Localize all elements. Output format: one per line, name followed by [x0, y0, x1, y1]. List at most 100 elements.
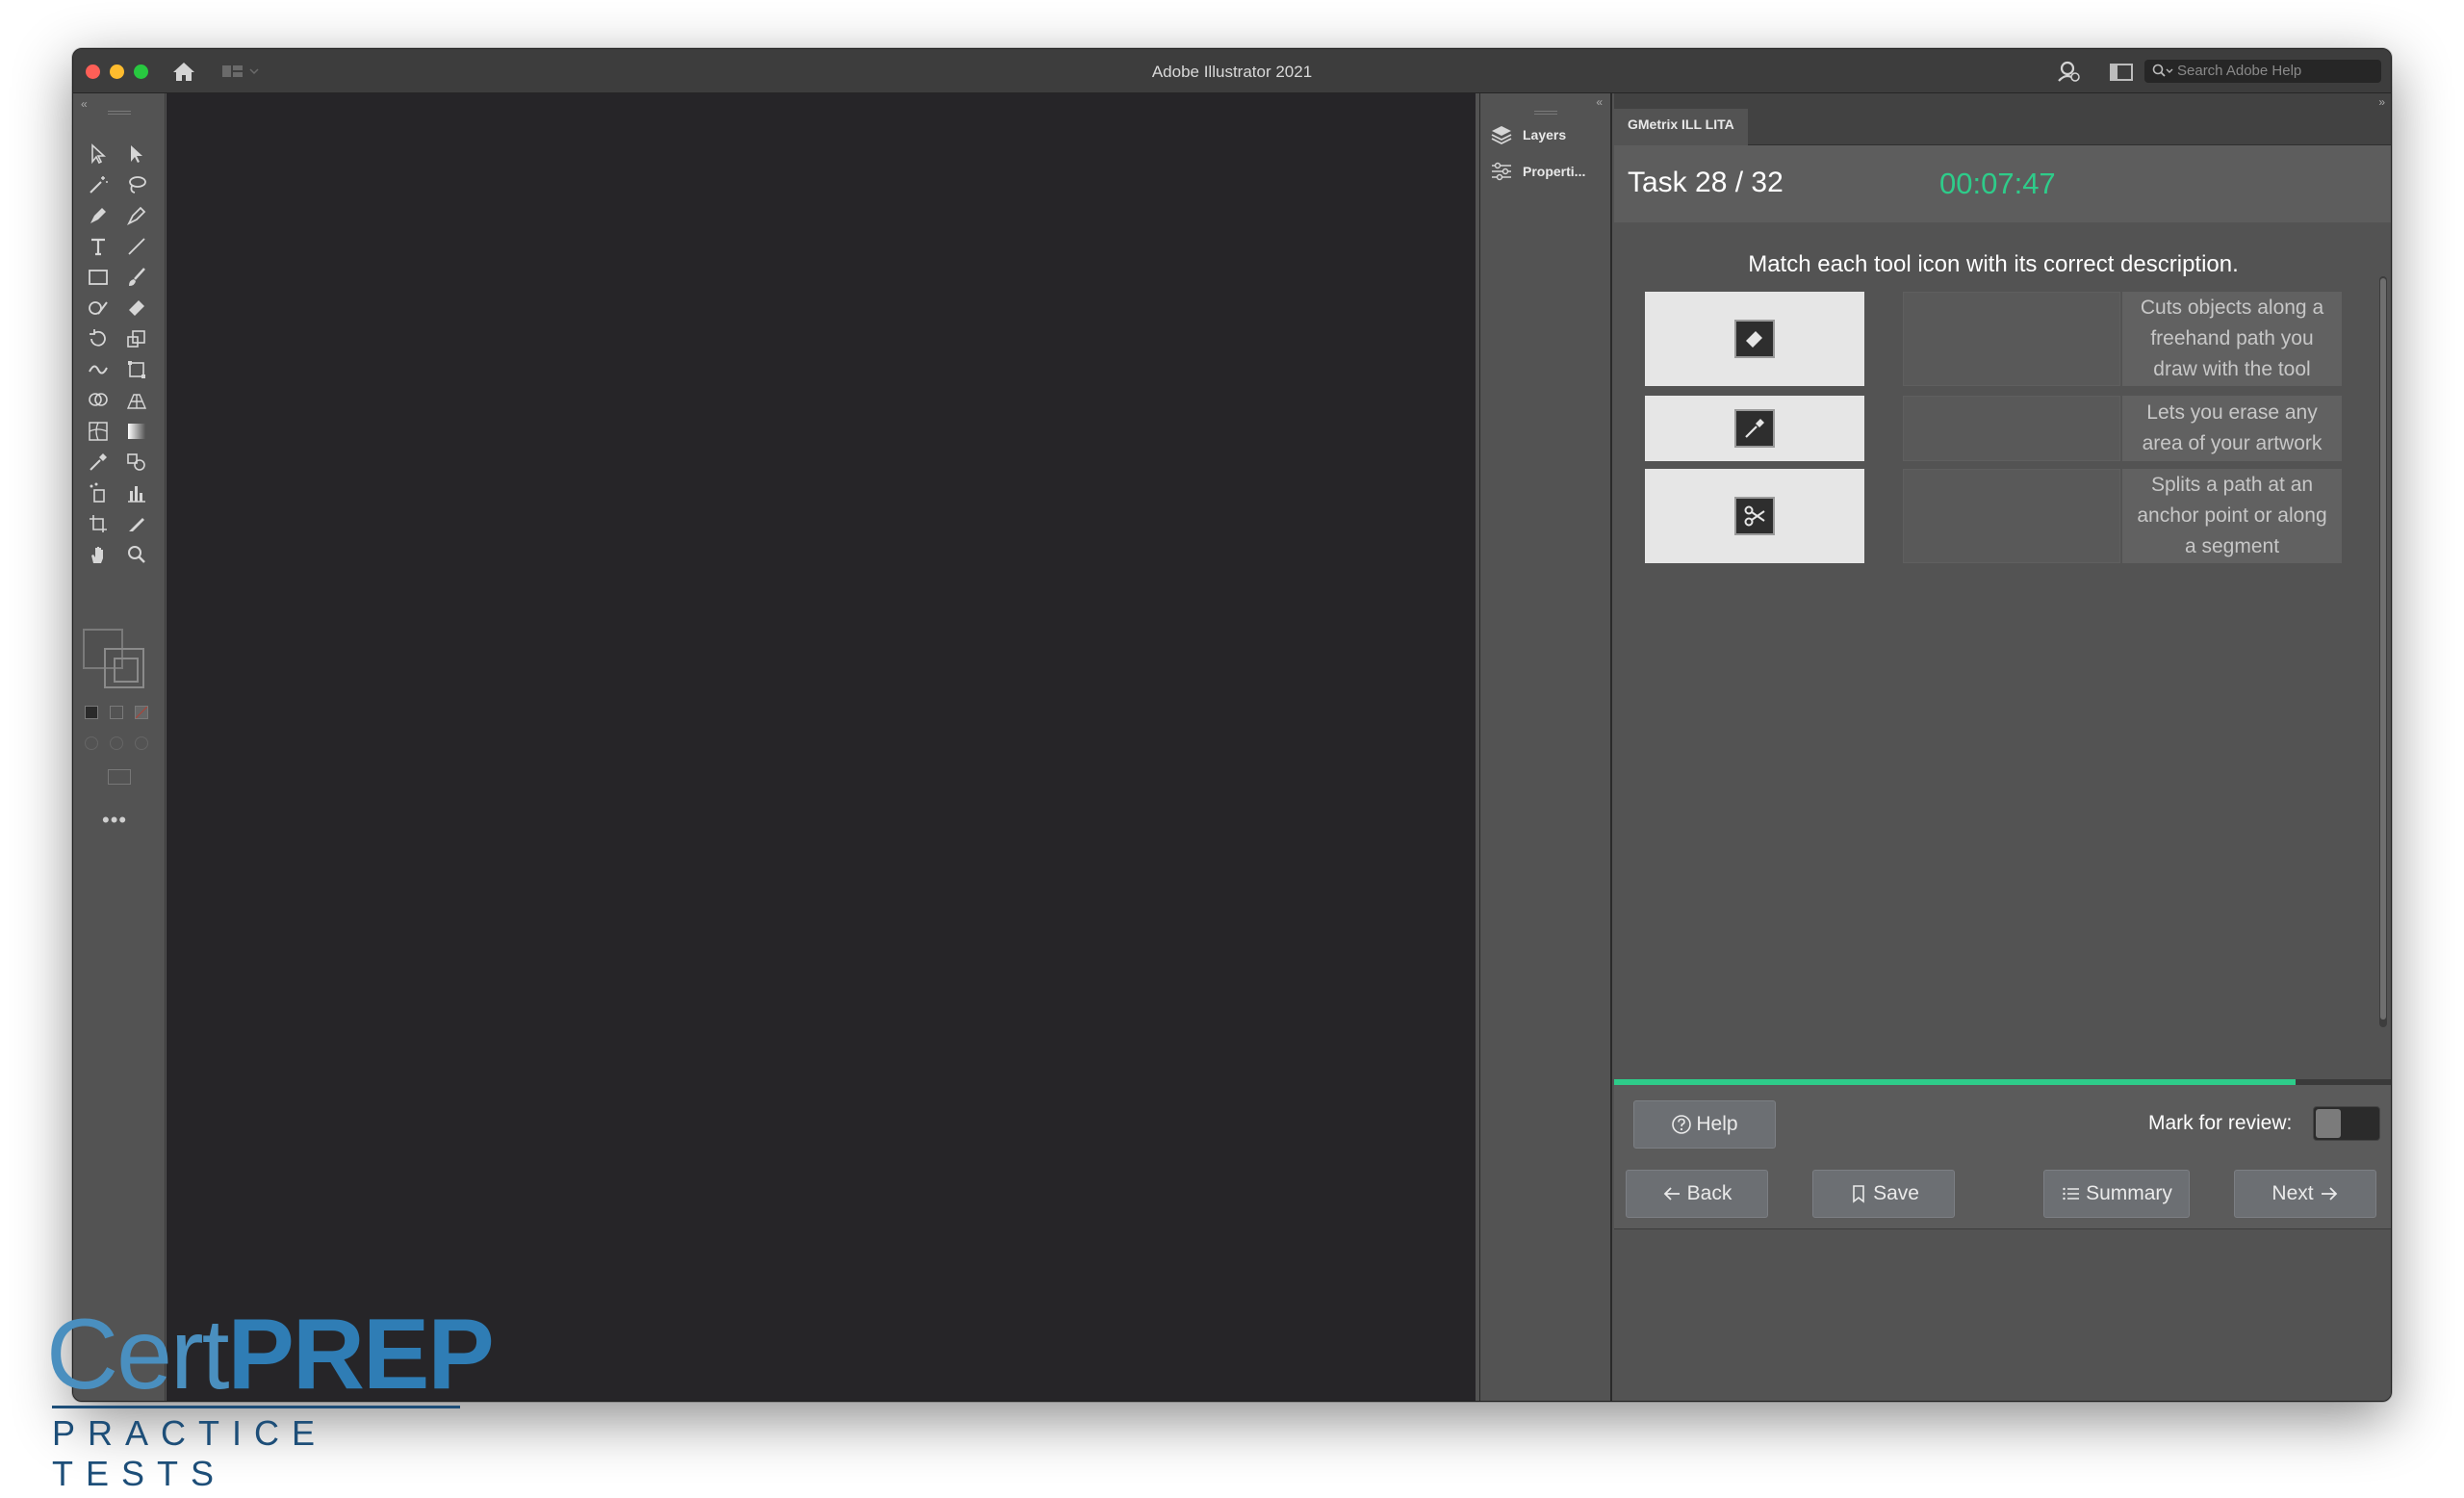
- pen-icon: [90, 208, 106, 223]
- selection-tool[interactable]: [83, 140, 114, 168]
- draw-behind-button[interactable]: [110, 736, 123, 750]
- scissors-tool-icon: [1744, 505, 1765, 527]
- zoom-tool[interactable]: [121, 540, 152, 569]
- help-button[interactable]: Help: [1633, 1100, 1776, 1149]
- hand-tool[interactable]: [83, 540, 114, 569]
- direct-selection-tool[interactable]: [121, 140, 152, 168]
- save-button[interactable]: Save: [1812, 1170, 1955, 1218]
- artboard-icon: [90, 515, 107, 532]
- panel-footer: Help Mark for review: Back Save Summary …: [1614, 1085, 2391, 1229]
- eyedropper-tool-icon: [1745, 419, 1764, 438]
- gradient-mode-button[interactable]: [110, 706, 123, 719]
- dock-grip[interactable]: [1534, 111, 1557, 115]
- eraser-tool[interactable]: [121, 294, 152, 323]
- drop-target[interactable]: [1903, 396, 2120, 461]
- type-tool[interactable]: [83, 232, 114, 261]
- magic-wand-tool[interactable]: [83, 170, 114, 199]
- logo-cert-text: Cert: [46, 1299, 229, 1410]
- color-mode-button[interactable]: [85, 706, 98, 719]
- rotate-icon: [90, 329, 106, 347]
- search-help-input[interactable]: Search Adobe Help: [2144, 60, 2381, 83]
- tab-gmetrix[interactable]: GMetrix ILL LITA: [1614, 109, 1748, 145]
- column-graph-icon: [128, 486, 145, 503]
- properties-icon: [1492, 162, 1511, 181]
- description-cell: Splits a path at an anchor point or alon…: [2122, 469, 2342, 563]
- eraser-tool-icon: [1746, 331, 1762, 348]
- curvature-tool[interactable]: [121, 201, 152, 230]
- collapsed-panels-dock: « Layers Properti...: [1479, 93, 1612, 1401]
- dock-item-layers[interactable]: Layers: [1490, 118, 1605, 151]
- none-mode-button[interactable]: [135, 706, 148, 719]
- logo-divider: [52, 1406, 460, 1408]
- edit-toolbar-icon[interactable]: •••: [102, 808, 127, 833]
- illustrator-window: Adobe Illustrator 2021 Search Adobe Help…: [72, 48, 2392, 1402]
- dock-item-properties[interactable]: Properti...: [1490, 155, 1605, 188]
- shape-builder-tool[interactable]: [83, 386, 114, 415]
- drop-target[interactable]: [1903, 292, 2120, 386]
- perspective-grid-tool[interactable]: [121, 386, 152, 415]
- scrollbar-thumb[interactable]: [2380, 278, 2386, 1020]
- expand-panels-button[interactable]: «: [1596, 95, 1603, 109]
- next-label: Next: [2272, 1182, 2314, 1204]
- pen-tool[interactable]: [83, 201, 114, 230]
- mesh-tool[interactable]: [83, 417, 114, 446]
- column-graph-tool[interactable]: [121, 478, 152, 507]
- magic-wand-icon: [90, 176, 108, 194]
- shaper-tool[interactable]: [83, 294, 114, 323]
- stroke-swatch[interactable]: [104, 648, 144, 688]
- perspective-grid-icon: [126, 394, 147, 409]
- scale-tool[interactable]: [121, 324, 152, 353]
- direct-selection-arrow-icon: [131, 145, 142, 163]
- draggable-tool-card[interactable]: [1645, 292, 1864, 386]
- paintbrush-tool[interactable]: [121, 263, 152, 292]
- document-canvas[interactable]: [167, 93, 1476, 1401]
- mark-review-toggle[interactable]: [2313, 1106, 2380, 1141]
- eyedropper-tool[interactable]: [83, 448, 114, 477]
- back-button[interactable]: Back: [1626, 1170, 1768, 1218]
- toolbar-grip[interactable]: [108, 111, 131, 115]
- list-icon: [2063, 1187, 2080, 1201]
- rotate-tool[interactable]: [83, 324, 114, 353]
- lasso-tool[interactable]: [121, 170, 152, 199]
- dock-item-label: Layers: [1523, 127, 1567, 142]
- draggable-tool-card[interactable]: [1645, 396, 1864, 461]
- layers-icon: [1491, 126, 1512, 145]
- gradient-tool[interactable]: [121, 417, 152, 446]
- next-button[interactable]: Next: [2234, 1170, 2376, 1218]
- arrange-documents-icon[interactable]: [2109, 62, 2134, 83]
- help-label: Help: [1696, 1113, 1738, 1135]
- free-transform-icon: [128, 361, 145, 378]
- drop-target[interactable]: [1903, 469, 2120, 563]
- account-icon[interactable]: [2056, 60, 2081, 83]
- blend-tool[interactable]: [121, 448, 152, 477]
- line-segment-tool[interactable]: [121, 232, 152, 261]
- zoom-icon: [128, 546, 145, 563]
- collapse-toolbar-button[interactable]: «: [81, 97, 88, 111]
- logo-tagline: PRACTICE TESTS: [52, 1413, 328, 1493]
- title-bar: Adobe Illustrator 2021 Search Adobe Help: [73, 49, 2391, 93]
- eyedropper-icon: [90, 453, 107, 471]
- question-area: Match each tool icon with its correct de…: [1614, 222, 2373, 1079]
- save-label: Save: [1873, 1182, 1919, 1204]
- tools-panel: « •••: [73, 93, 166, 1401]
- summary-button[interactable]: Summary: [2043, 1170, 2190, 1218]
- gradient-icon: [128, 424, 145, 439]
- back-label: Back: [1686, 1182, 1732, 1204]
- screen-mode-icon[interactable]: [108, 769, 131, 785]
- symbol-sprayer-tool[interactable]: [83, 478, 114, 507]
- draw-inside-button[interactable]: [135, 736, 148, 750]
- free-transform-tool[interactable]: [121, 355, 152, 384]
- panel-expand-button[interactable]: »: [2378, 95, 2385, 109]
- draw-normal-button[interactable]: [85, 736, 98, 750]
- draggable-tool-card[interactable]: [1645, 469, 1864, 563]
- line-segment-icon: [128, 238, 145, 255]
- tool-chip: [1734, 497, 1775, 535]
- artboard-tool[interactable]: [83, 509, 114, 538]
- tool-chip: [1734, 409, 1775, 448]
- app-title: Adobe Illustrator 2021: [1151, 63, 1313, 81]
- width-tool[interactable]: [83, 355, 114, 384]
- tool-chip: [1734, 320, 1775, 358]
- shape-builder-icon: [89, 393, 108, 406]
- rectangle-tool[interactable]: [83, 263, 114, 292]
- slice-tool[interactable]: [121, 509, 152, 538]
